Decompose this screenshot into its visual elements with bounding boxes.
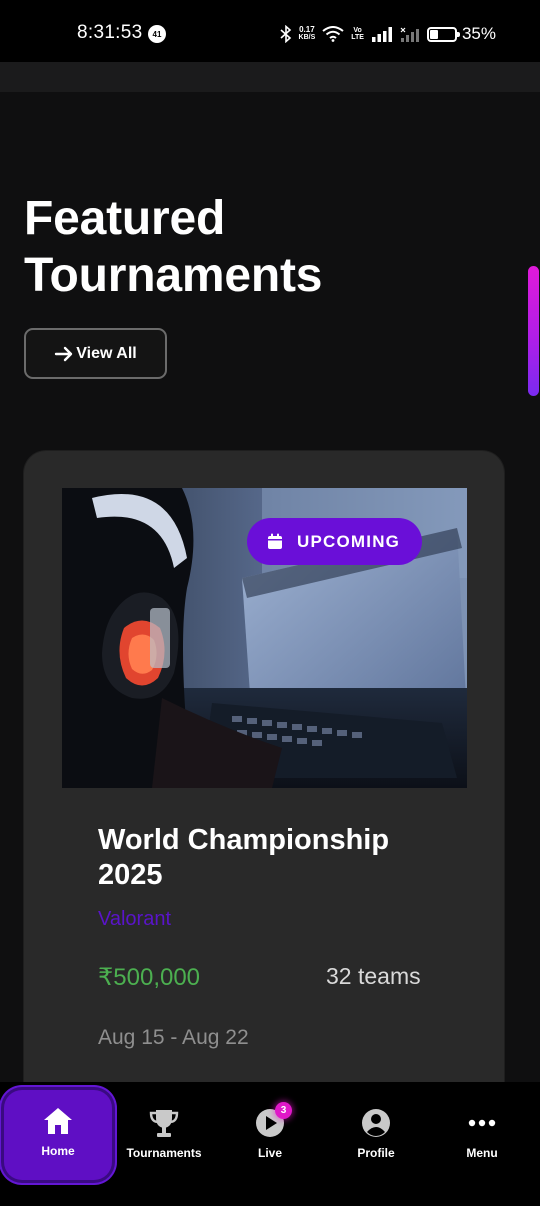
volte-indicator: Vo LTE [351,27,364,41]
tournament-game: Valorant [98,908,172,930]
signal-icon [371,26,392,42]
team-count: 32 teams [326,963,421,989]
status-icons: 0.17 KB/S Vo LTE 35% [279,20,496,48]
network-speed: 0.17 KB/S [299,26,316,42]
bluetooth-icon [279,25,291,43]
status-label: UPCOMING [297,531,401,551]
calendar-icon [268,533,282,549]
battery-indicator: 35% [426,24,496,44]
nav-tournaments[interactable]: Tournaments [110,1092,218,1180]
nav-profile[interactable]: Profile [322,1092,430,1180]
tournament-card[interactable]: UPCOMING World Championship 2025 Valoran… [24,451,504,1082]
nav-label-menu: Menu [466,1146,498,1160]
nav-home[interactable]: Home [4,1090,112,1180]
section-title: Featured Tournaments [24,192,323,302]
app-content: Featured Tournaments View All UPCOMING W… [0,62,540,1082]
upcoming-status-badge: UPCOMING [247,518,423,565]
view-all-button[interactable]: View All [24,328,167,379]
prize-pool: ₹500,000 [98,964,201,991]
network-speed-unit: KB/S [298,34,316,41]
nav-label-live: Live [257,1146,282,1160]
nav-label-home: Home [41,1144,75,1158]
bottom-navigation: Home Tournaments Live 3 Profile Menu [0,1082,540,1206]
profile-icon [362,1109,390,1137]
more-icon [468,1119,496,1127]
signal-no-service-icon [400,27,419,42]
wifi-icon [322,26,344,42]
battery-icon [426,26,460,42]
status-time: 8:31:53 [77,22,143,43]
battery-percent: 35% [461,24,496,43]
header-strip [0,62,540,92]
battery-level-fill [429,29,438,39]
view-all-label: View All [76,344,137,362]
nav-label-tournaments: Tournaments [126,1146,202,1160]
volte-bottom: LTE [351,34,364,41]
home-icon [44,1108,72,1134]
live-count-badge: 3 [275,1102,292,1119]
notification-count-badge: 41 [148,25,166,43]
nav-menu[interactable]: Menu [428,1092,536,1180]
tournament-dates: Aug 15 - Aug 22 [98,1026,249,1049]
volte-top: Vo [353,27,362,34]
arrow-right-icon [55,346,73,361]
network-speed-value: 0.17 [299,25,315,34]
trophy-icon [149,1110,179,1137]
status-bar: 8:31:53 41 0.17 KB/S Vo LTE 35% [0,0,540,62]
scrollbar[interactable] [528,266,540,396]
nav-live[interactable]: Live [216,1092,324,1180]
tournament-title[interactable]: World Championship 2025 [98,823,438,893]
scrollbar-thumb[interactable] [528,266,539,396]
nav-label-profile: Profile [357,1146,395,1160]
